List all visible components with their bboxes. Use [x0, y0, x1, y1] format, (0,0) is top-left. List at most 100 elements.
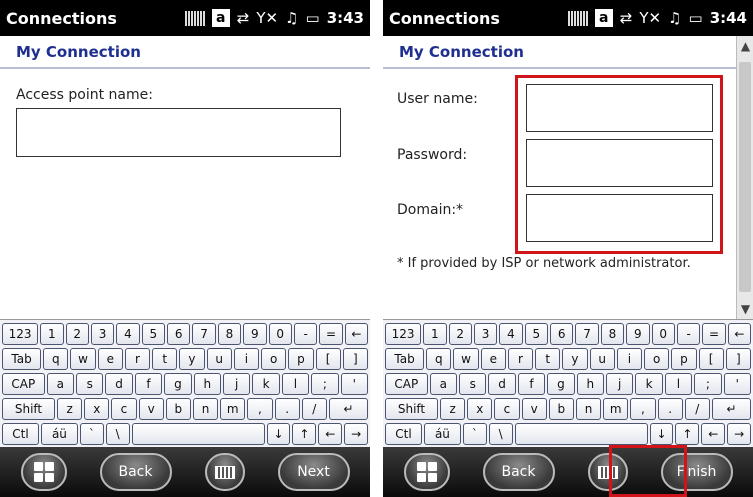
key[interactable]: p — [288, 348, 314, 370]
key[interactable]: , — [630, 398, 656, 420]
key[interactable]: ' — [723, 373, 751, 395]
key[interactable]: / — [301, 398, 327, 420]
key[interactable]: l — [281, 373, 310, 395]
key[interactable]: Ctl — [385, 423, 422, 445]
key[interactable]: ← — [344, 323, 369, 345]
key[interactable]: j — [605, 373, 634, 395]
key[interactable]: h — [193, 373, 221, 395]
key[interactable]: z — [57, 398, 83, 420]
key[interactable]: / — [684, 398, 710, 420]
next-button[interactable]: Next — [277, 453, 350, 491]
key[interactable]: Tab — [2, 348, 42, 370]
key[interactable]: - — [293, 323, 318, 345]
key[interactable]: c — [111, 398, 137, 420]
chevron-down-icon[interactable]: ▼ — [737, 299, 753, 319]
key[interactable]: ← — [701, 423, 726, 445]
app-title[interactable]: Connections — [6, 9, 185, 28]
key[interactable]: b — [165, 398, 191, 420]
phone-signal-icon[interactable] — [184, 10, 205, 26]
key[interactable]: 3 — [473, 323, 498, 345]
key[interactable]: f — [517, 373, 546, 395]
key[interactable]: t — [152, 348, 178, 370]
key[interactable]: s — [76, 373, 104, 395]
phone-signal-icon[interactable] — [567, 10, 588, 26]
key[interactable]: q — [43, 348, 69, 370]
key[interactable]: d — [105, 373, 133, 395]
key[interactable]: . — [274, 398, 300, 420]
key[interactable]: → — [344, 423, 369, 445]
vertical-scrollbar[interactable]: ▲ ▼ — [736, 36, 753, 319]
key[interactable]: k — [635, 373, 663, 395]
key[interactable]: i — [616, 348, 643, 370]
key[interactable]: w — [70, 348, 96, 370]
key[interactable]: Tab — [385, 348, 425, 370]
key[interactable]: 7 — [192, 323, 216, 345]
key[interactable]: m — [603, 398, 629, 420]
key[interactable]: ↓ — [649, 423, 674, 445]
key[interactable]: Ctl — [2, 423, 39, 445]
key[interactable]: 6 — [167, 323, 191, 345]
key[interactable]: 9 — [626, 323, 650, 345]
key[interactable]: k — [252, 373, 280, 395]
key[interactable]: 5 — [524, 323, 549, 345]
key[interactable]: ` — [79, 423, 104, 445]
key[interactable]: ↑ — [292, 423, 317, 445]
chevron-up-icon[interactable]: ▲ — [737, 36, 753, 56]
key[interactable]: 3 — [90, 323, 115, 345]
key[interactable]: u — [206, 348, 232, 370]
input-mode-icon[interactable]: a — [594, 9, 613, 27]
key[interactable]: f — [134, 373, 163, 395]
key[interactable]: 9 — [243, 323, 267, 345]
key[interactable]: e — [480, 348, 506, 370]
key[interactable]: 123 — [385, 323, 422, 345]
signal-off-icon[interactable]: Y✕ — [256, 9, 278, 27]
speaker-icon[interactable]: ♫ — [285, 9, 298, 27]
start-button[interactable] — [403, 453, 450, 491]
key[interactable]: \ — [105, 423, 130, 445]
key[interactable]: g — [164, 373, 192, 395]
key[interactable]: 123 — [2, 323, 39, 345]
key[interactable]: 4 — [116, 323, 140, 345]
key[interactable]: 2 — [448, 323, 472, 345]
key[interactable]: - — [676, 323, 701, 345]
key[interactable]: c — [494, 398, 520, 420]
key[interactable]: ← — [727, 323, 752, 345]
key[interactable]: j — [222, 373, 251, 395]
key[interactable]: → — [727, 423, 752, 445]
key[interactable]: x — [467, 398, 493, 420]
key[interactable]: y — [179, 348, 205, 370]
clock[interactable]: 3:44 — [710, 9, 747, 27]
back-button[interactable]: Back — [482, 453, 555, 491]
signal-off-icon[interactable]: Y✕ — [639, 9, 661, 27]
access-point-input[interactable] — [16, 108, 341, 157]
space-key[interactable] — [131, 423, 265, 445]
key[interactable]: n — [575, 398, 602, 420]
key[interactable]: i — [233, 348, 260, 370]
key[interactable]: ↵ — [328, 398, 368, 420]
key[interactable]: o — [261, 348, 287, 370]
key[interactable]: 1 — [40, 323, 64, 345]
key[interactable]: a — [46, 373, 75, 395]
key[interactable]: 0 — [651, 323, 675, 345]
key[interactable]: \ — [488, 423, 513, 445]
key[interactable]: = — [319, 323, 343, 345]
key[interactable]: m — [220, 398, 246, 420]
key[interactable]: 1 — [423, 323, 447, 345]
key[interactable]: v — [138, 398, 164, 420]
key[interactable]: ↑ — [675, 423, 700, 445]
key[interactable]: h — [576, 373, 604, 395]
key[interactable]: ← — [318, 423, 343, 445]
key[interactable]: y — [562, 348, 588, 370]
key[interactable]: o — [644, 348, 670, 370]
key[interactable]: ' — [340, 373, 368, 395]
input-mode-icon[interactable]: a — [211, 9, 230, 27]
key[interactable]: s — [459, 373, 487, 395]
key[interactable]: q — [426, 348, 452, 370]
key[interactable]: 7 — [575, 323, 599, 345]
key[interactable]: [ — [315, 348, 341, 370]
key[interactable]: Shift — [385, 398, 439, 420]
back-button[interactable]: Back — [99, 453, 172, 491]
key[interactable]: u — [589, 348, 615, 370]
battery-icon[interactable]: ▭ — [306, 9, 320, 27]
key[interactable]: z — [440, 398, 466, 420]
